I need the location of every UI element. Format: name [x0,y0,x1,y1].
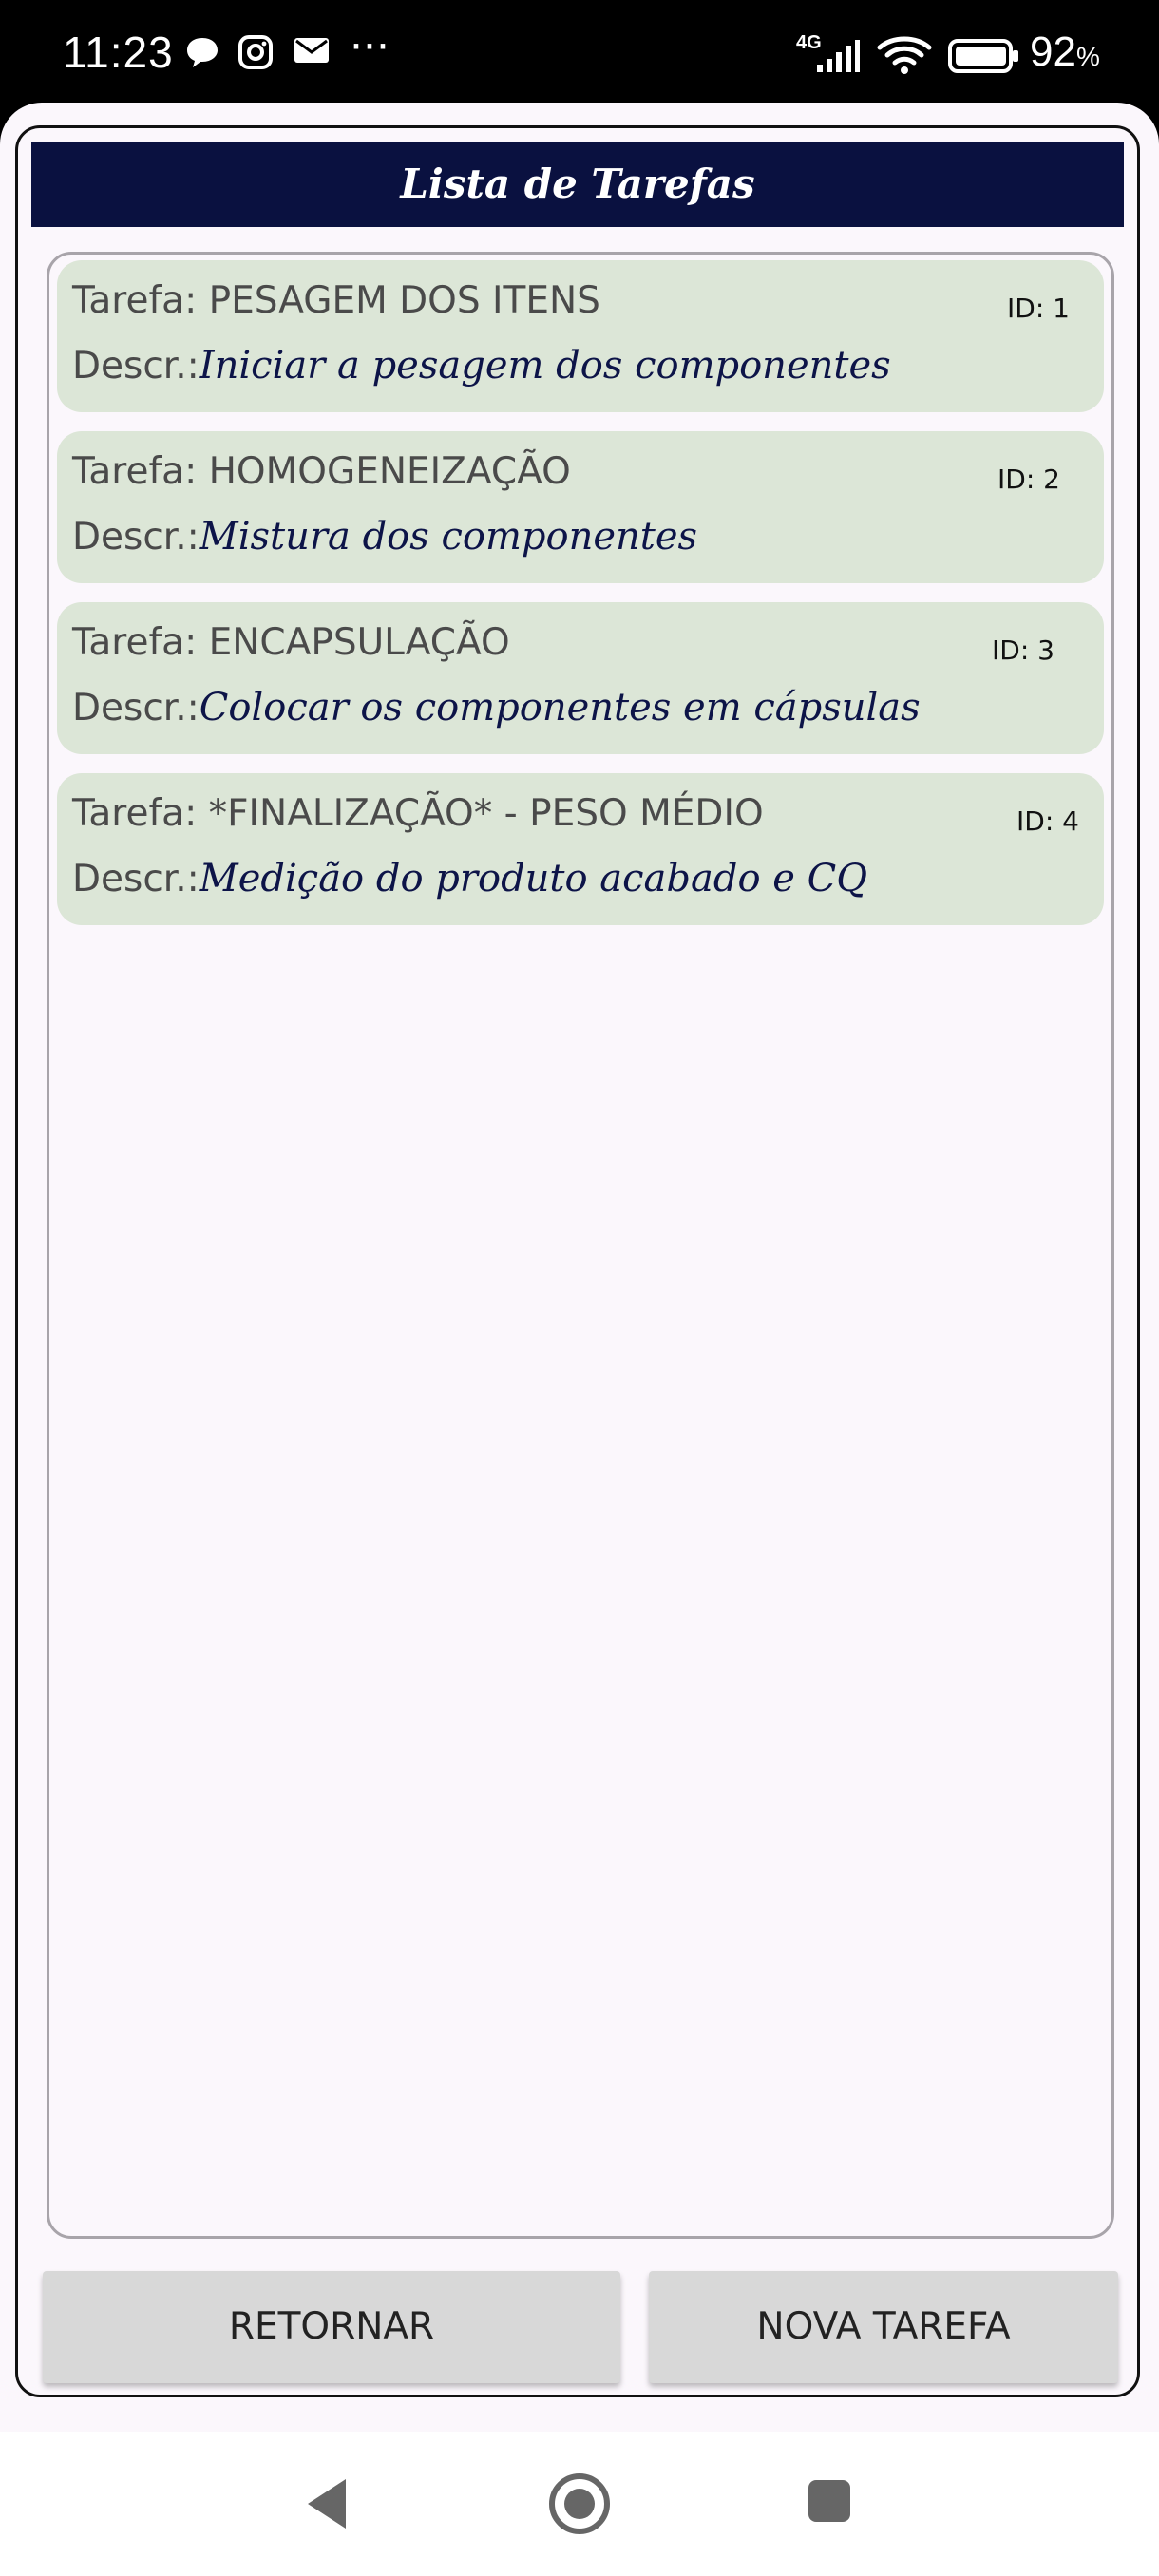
task-item[interactable]: Tarefa: *FINALIZAÇÃO* - PESO MÉDIO ID: 4… [57,773,1104,925]
status-time: 11:23 [63,28,174,77]
battery-icon [948,38,1020,78]
recents-icon[interactable] [806,2477,853,2529]
battery-percent: 92% [1030,28,1100,75]
app-frame: Lista de Tarefas Tarefa: PESAGEM DOS ITE… [0,103,1159,2432]
task-id: ID: 4 [1016,805,1079,837]
task-id: ID: 2 [998,464,1060,495]
task-title: Tarefa: HOMOGENEIZAÇÃO [72,450,571,493]
cell-signal-icon [815,38,861,78]
task-id: ID: 1 [1007,293,1070,324]
task-list-window: Lista de Tarefas Tarefa: PESAGEM DOS ITE… [15,125,1140,2397]
task-item[interactable]: Tarefa: PESAGEM DOS ITENS ID: 1 Descr.:I… [57,260,1104,412]
task-item[interactable]: Tarefa: ENCAPSULAÇÃO ID: 3 Descr.:Coloca… [57,602,1104,754]
task-list[interactable]: Tarefa: PESAGEM DOS ITENS ID: 1 Descr.:I… [47,252,1114,2239]
return-button[interactable]: RETORNAR [43,2271,620,2383]
back-icon[interactable] [302,2475,352,2536]
chat-bubble-icon [184,34,220,74]
instagram-icon [238,34,274,74]
home-icon[interactable] [547,2472,612,2540]
wifi-icon [876,34,933,80]
page-title: Lista de Tarefas [31,142,1124,227]
task-title: Tarefa: ENCAPSULAÇÃO [72,621,510,664]
task-title: Tarefa: PESAGEM DOS ITENS [72,279,600,322]
task-title: Tarefa: *FINALIZAÇÃO* - PESO MÉDIO [72,792,764,835]
new-task-button[interactable]: NOVA TAREFA [649,2271,1118,2383]
navigation-bar [0,2432,1159,2576]
status-bar: 11:23 ··· 4G 92% [0,0,1159,104]
mail-icon [293,34,331,70]
task-id: ID: 3 [992,635,1054,666]
more-notifications-indicator: ··· [350,23,390,71]
task-description: Descr.:Medição do produto acabado e CQ [72,857,868,900]
task-description: Descr.:Colocar os componentes em cápsula… [72,686,921,729]
task-description: Descr.:Iniciar a pesagem dos componentes [72,344,891,388]
task-description: Descr.:Mistura dos componentes [72,515,698,559]
task-item[interactable]: Tarefa: HOMOGENEIZAÇÃO ID: 2 Descr.:Mist… [57,431,1104,583]
